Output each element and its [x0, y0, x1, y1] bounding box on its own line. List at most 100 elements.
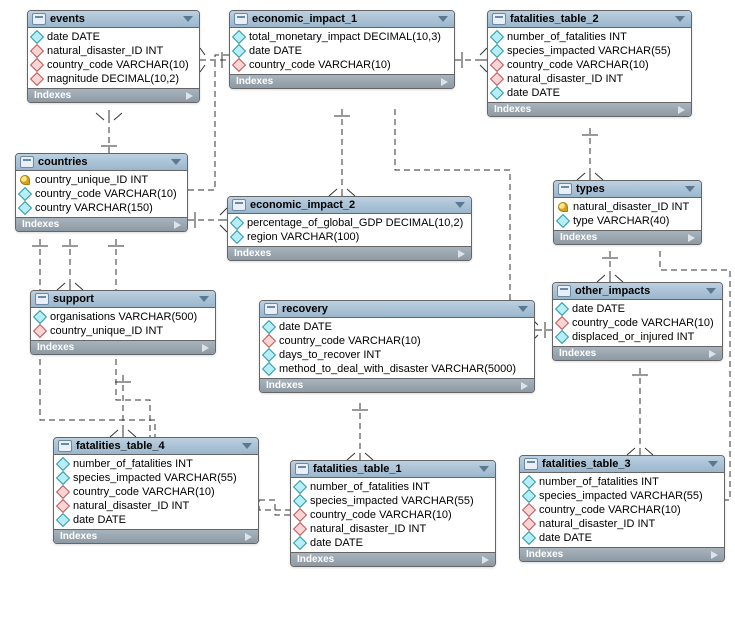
chevron-down-icon[interactable]	[171, 159, 181, 165]
indexes-section[interactable]: Indexes	[228, 246, 471, 260]
column-row[interactable]: date DATE	[291, 536, 495, 550]
table-events[interactable]: events date DATEnatural_disaster_ID INTco…	[27, 10, 200, 103]
column-row[interactable]: country VARCHAR(150)	[16, 201, 187, 215]
chevron-down-icon[interactable]	[183, 16, 193, 22]
column-row[interactable]: type VARCHAR(40)	[554, 214, 701, 228]
table-header[interactable]: economic_impact_1	[230, 11, 454, 28]
indexes-section[interactable]: Indexes	[16, 217, 187, 231]
table-header[interactable]: recovery	[260, 301, 534, 318]
chevron-down-icon[interactable]	[455, 202, 465, 208]
column-row[interactable]: displaced_or_injured INT	[553, 330, 722, 344]
table-recovery[interactable]: recovery date DATEcountry_code VARCHAR(10…	[259, 300, 535, 393]
column-row[interactable]: country_unique_ID INT	[31, 324, 215, 338]
column-row[interactable]: date DATE	[230, 44, 454, 58]
chevron-down-icon[interactable]	[518, 306, 528, 312]
table-support[interactable]: support organisations VARCHAR(500)country…	[30, 290, 216, 355]
chevron-right-icon[interactable]	[202, 344, 209, 352]
indexes-section[interactable]: Indexes	[291, 552, 495, 566]
column-row[interactable]: country_code VARCHAR(10)	[291, 508, 495, 522]
column-row[interactable]: date DATE	[520, 531, 724, 545]
chevron-down-icon[interactable]	[242, 443, 252, 449]
column-row[interactable]: date DATE	[260, 320, 534, 334]
table-fatalities_table_4[interactable]: fatalities_table_4 number_of_fatalities I…	[53, 437, 259, 544]
table-header[interactable]: support	[31, 291, 215, 308]
column-row[interactable]: country_unique_ID INT	[16, 173, 187, 187]
column-row[interactable]: natural_disaster_ID INT	[554, 200, 701, 214]
column-row[interactable]: date DATE	[553, 302, 722, 316]
column-row[interactable]: country_code VARCHAR(10)	[260, 334, 534, 348]
column-row[interactable]: species_impacted VARCHAR(55)	[54, 471, 258, 485]
table-economic_impact_1[interactable]: economic_impact_1 total_monetary_impact D…	[229, 10, 455, 89]
column-row[interactable]: species_impacted VARCHAR(55)	[488, 44, 691, 58]
column-row[interactable]: species_impacted VARCHAR(55)	[291, 494, 495, 508]
chevron-right-icon[interactable]	[174, 221, 181, 229]
column-row[interactable]: species_impacted VARCHAR(55)	[520, 489, 724, 503]
column-row[interactable]: region VARCHAR(100)	[228, 230, 471, 244]
chevron-down-icon[interactable]	[438, 16, 448, 22]
chevron-right-icon[interactable]	[709, 350, 716, 358]
indexes-section[interactable]: Indexes	[230, 74, 454, 88]
chevron-right-icon[interactable]	[711, 551, 718, 559]
column-row[interactable]: natural_disaster_ID INT	[28, 44, 199, 58]
column-row[interactable]: natural_disaster_ID INT	[488, 72, 691, 86]
indexes-section[interactable]: Indexes	[28, 88, 199, 102]
chevron-down-icon[interactable]	[199, 296, 209, 302]
column-row[interactable]: number_of_fatalities INT	[291, 480, 495, 494]
column-row[interactable]: number_of_fatalities INT	[54, 457, 258, 471]
table-economic_impact_2[interactable]: economic_impact_2 percentage_of_global_GD…	[227, 196, 472, 261]
column-row[interactable]: country_code VARCHAR(10)	[28, 58, 199, 72]
indexes-section[interactable]: Indexes	[260, 378, 534, 392]
table-fatalities_table_1[interactable]: fatalities_table_1 number_of_fatalities I…	[290, 460, 496, 567]
table-header[interactable]: economic_impact_2	[228, 197, 471, 214]
table-header[interactable]: other_impacts	[553, 283, 722, 300]
chevron-right-icon[interactable]	[186, 92, 193, 100]
column-row[interactable]: country_code VARCHAR(10)	[54, 485, 258, 499]
chevron-right-icon[interactable]	[688, 234, 695, 242]
chevron-right-icon[interactable]	[521, 382, 528, 390]
chevron-right-icon[interactable]	[245, 533, 252, 541]
table-header[interactable]: fatalities_table_1	[291, 461, 495, 478]
column-row[interactable]: date DATE	[28, 30, 199, 44]
chevron-down-icon[interactable]	[706, 288, 716, 294]
column-row[interactable]: country_code VARCHAR(10)	[488, 58, 691, 72]
column-row[interactable]: total_monetary_impact DECIMAL(10,3)	[230, 30, 454, 44]
chevron-right-icon[interactable]	[678, 106, 685, 114]
table-countries[interactable]: countries country_unique_ID INTcountry_co…	[15, 153, 188, 232]
table-header[interactable]: countries	[16, 154, 187, 171]
table-header[interactable]: fatalities_table_4	[54, 438, 258, 455]
table-header[interactable]: fatalities_table_3	[520, 456, 724, 473]
column-row[interactable]: country_code VARCHAR(10)	[520, 503, 724, 517]
column-row[interactable]: method_to_deal_with_disaster VARCHAR(500…	[260, 362, 534, 376]
column-row[interactable]: country_code VARCHAR(10)	[230, 58, 454, 72]
column-row[interactable]: country_code VARCHAR(10)	[16, 187, 187, 201]
indexes-section[interactable]: Indexes	[31, 340, 215, 354]
column-row[interactable]: country_code VARCHAR(10)	[553, 316, 722, 330]
table-header[interactable]: fatalities_table_2	[488, 11, 691, 28]
column-row[interactable]: percentage_of_global_GDP DECIMAL(10,2)	[228, 216, 471, 230]
chevron-down-icon[interactable]	[685, 186, 695, 192]
column-row[interactable]: natural_disaster_ID INT	[520, 517, 724, 531]
indexes-section[interactable]: Indexes	[488, 102, 691, 116]
table-header[interactable]: types	[554, 181, 701, 198]
column-row[interactable]: number_of_fatalities INT	[520, 475, 724, 489]
chevron-right-icon[interactable]	[458, 250, 465, 258]
indexes-section[interactable]: Indexes	[54, 529, 258, 543]
indexes-section[interactable]: Indexes	[520, 547, 724, 561]
table-header[interactable]: events	[28, 11, 199, 28]
chevron-right-icon[interactable]	[482, 556, 489, 564]
chevron-down-icon[interactable]	[708, 461, 718, 467]
indexes-section[interactable]: Indexes	[553, 346, 722, 360]
table-fatalities_table_2[interactable]: fatalities_table_2number_of_fatalities I…	[487, 10, 692, 117]
column-row[interactable]: organisations VARCHAR(500)	[31, 310, 215, 324]
table-fatalities_table_3[interactable]: fatalities_table_3 number_of_fatalities I…	[519, 455, 725, 562]
column-row[interactable]: date DATE	[54, 513, 258, 527]
chevron-down-icon[interactable]	[479, 466, 489, 472]
indexes-section[interactable]: Indexes	[554, 230, 701, 244]
chevron-down-icon[interactable]	[675, 16, 685, 22]
column-row[interactable]: natural_disaster_ID INT	[54, 499, 258, 513]
table-other_impacts[interactable]: other_impactsdate DATEcountry_code VARCH…	[552, 282, 723, 361]
table-types[interactable]: types natural_disaster_ID INTtype VARCHAR…	[553, 180, 702, 245]
column-row[interactable]: date DATE	[488, 86, 691, 100]
chevron-right-icon[interactable]	[441, 78, 448, 86]
column-row[interactable]: magnitude DECIMAL(10,2)	[28, 72, 199, 86]
